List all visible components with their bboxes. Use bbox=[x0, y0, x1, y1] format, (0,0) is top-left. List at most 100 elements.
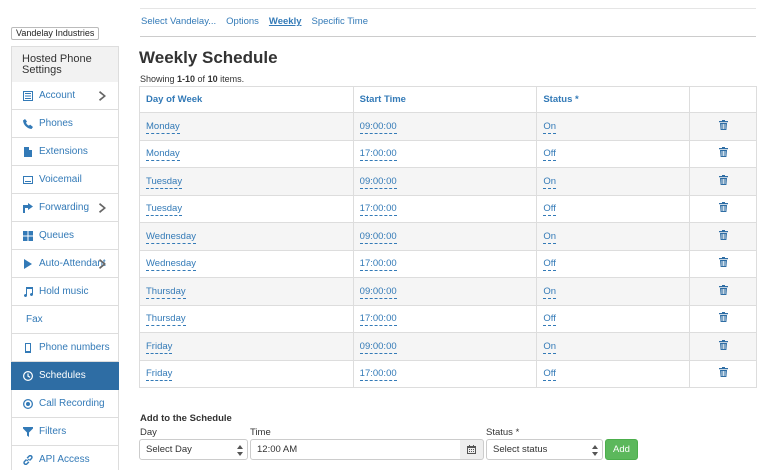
start-time-editable[interactable]: 09:00:00 bbox=[359, 230, 397, 244]
day-cell: Thursday bbox=[139, 304, 354, 333]
tab-specific-time[interactable]: Specific Time bbox=[312, 16, 369, 27]
music-icon bbox=[22, 286, 33, 297]
day-editable[interactable]: Thursday bbox=[146, 285, 186, 299]
trash-icon[interactable] bbox=[718, 229, 728, 243]
document-icon bbox=[22, 146, 33, 157]
start-time-editable[interactable]: 17:00:00 bbox=[359, 258, 397, 272]
column-header-start-time[interactable]: Start Time bbox=[352, 86, 538, 113]
sidebar-item-label: API Access bbox=[39, 454, 90, 465]
status-editable[interactable]: Off bbox=[543, 313, 556, 327]
day-cell: Thursday bbox=[139, 277, 354, 306]
actions-cell bbox=[689, 194, 757, 223]
select-arrows-icon bbox=[237, 444, 243, 456]
status-editable[interactable]: On bbox=[543, 120, 557, 134]
sidebar-item-label: Phones bbox=[39, 118, 73, 129]
start-time-cell: 17:00:00 bbox=[352, 194, 538, 223]
trash-icon[interactable] bbox=[718, 367, 728, 380]
item-summary: Showing 1-10 of 10 items. bbox=[140, 74, 245, 84]
day-editable[interactable]: Wednesday bbox=[146, 230, 196, 244]
sidebar-item-fax[interactable]: Fax bbox=[11, 306, 119, 334]
day-cell: Friday bbox=[139, 359, 354, 388]
add-button[interactable]: Add bbox=[605, 439, 638, 460]
start-time-editable[interactable]: 09:00:00 bbox=[359, 340, 397, 354]
sidebar-item-schedules[interactable]: Schedules bbox=[11, 362, 119, 390]
mobile-icon bbox=[22, 342, 33, 353]
day-editable[interactable]: Wednesday bbox=[146, 258, 196, 272]
day-select[interactable]: Select Day bbox=[139, 439, 248, 460]
sidebar-item-voicemail[interactable]: Voicemail bbox=[11, 166, 119, 194]
day-editable[interactable]: Friday bbox=[146, 340, 173, 354]
sidebar-item-phones[interactable]: Phones bbox=[11, 110, 119, 138]
trash-icon[interactable] bbox=[718, 147, 728, 160]
status-editable[interactable]: On bbox=[543, 285, 557, 299]
actions-cell bbox=[689, 332, 757, 361]
actions-cell bbox=[689, 359, 757, 388]
sidebar-heading: Hosted Phone Settings bbox=[11, 46, 119, 82]
actions-cell bbox=[689, 304, 757, 333]
tab-options[interactable]: Options bbox=[226, 16, 259, 27]
status-editable[interactable]: On bbox=[543, 340, 557, 354]
table-row: Monday 09:00:00 On bbox=[139, 112, 757, 141]
sidebar-item-forwarding[interactable]: Forwarding bbox=[11, 194, 119, 222]
sidebar-item-filters[interactable]: Filters bbox=[11, 418, 119, 446]
day-editable[interactable]: Monday bbox=[146, 148, 180, 162]
status-select[interactable]: Select status bbox=[486, 439, 603, 460]
start-time-editable[interactable]: 17:00:00 bbox=[359, 148, 397, 162]
column-header-day[interactable]: Day of Week bbox=[139, 86, 354, 113]
trash-icon[interactable] bbox=[718, 202, 728, 215]
sidebar-item-account[interactable]: Account bbox=[11, 82, 119, 110]
status-editable[interactable]: Off bbox=[543, 258, 556, 272]
trash-icon[interactable] bbox=[718, 284, 728, 298]
sidebar-item-extensions[interactable]: Extensions bbox=[11, 138, 119, 166]
actions-cell bbox=[689, 139, 757, 168]
time-input[interactable]: 12:00 AM bbox=[250, 439, 461, 460]
table-row: Tuesday 09:00:00 On bbox=[139, 167, 757, 196]
forward-icon bbox=[22, 202, 33, 213]
play-icon bbox=[22, 258, 33, 269]
sidebar-item-api-access[interactable]: API Access bbox=[11, 446, 119, 470]
status-cell: Off bbox=[536, 304, 691, 333]
sidebar-item-call-recording[interactable]: Call Recording bbox=[11, 390, 119, 418]
sidebar-item-queues[interactable]: Queues bbox=[11, 222, 119, 250]
column-header-status[interactable]: Status * bbox=[536, 86, 691, 113]
chevron-right-icon bbox=[99, 259, 107, 269]
day-editable[interactable]: Thursday bbox=[146, 313, 186, 327]
status-editable[interactable]: Off bbox=[543, 368, 556, 382]
tab-select-vandelay[interactable]: Select Vandelay... bbox=[141, 16, 216, 27]
status-cell: On bbox=[536, 112, 691, 141]
company-selector[interactable]: Vandelay Industries bbox=[11, 27, 100, 40]
filter-icon bbox=[22, 426, 33, 437]
tab-weekly[interactable]: Weekly bbox=[269, 16, 302, 27]
start-time-editable[interactable]: 09:00:00 bbox=[359, 285, 397, 299]
status-editable[interactable]: On bbox=[543, 230, 557, 244]
sidebar-item-hold-music[interactable]: Hold music bbox=[11, 278, 119, 306]
start-time-editable[interactable]: 17:00:00 bbox=[359, 313, 397, 327]
trash-icon[interactable] bbox=[718, 312, 728, 325]
status-editable[interactable]: On bbox=[543, 175, 557, 189]
trash-icon[interactable] bbox=[718, 339, 728, 353]
trash-icon[interactable] bbox=[718, 174, 728, 188]
trash-icon[interactable] bbox=[718, 119, 728, 133]
day-editable[interactable]: Friday bbox=[146, 368, 173, 382]
status-cell: On bbox=[536, 167, 691, 196]
start-time-editable[interactable]: 17:00:00 bbox=[359, 203, 397, 217]
sidebar-item-label: Auto-Attendant bbox=[39, 258, 106, 269]
sidebar-item-phone-numbers[interactable]: Phone numbers bbox=[11, 334, 119, 362]
actions-cell bbox=[689, 167, 757, 196]
start-time-editable[interactable]: 09:00:00 bbox=[359, 175, 397, 189]
calendar-icon[interactable] bbox=[460, 439, 484, 460]
chevron-right-icon bbox=[99, 203, 107, 213]
day-editable[interactable]: Monday bbox=[146, 120, 180, 134]
day-editable[interactable]: Tuesday bbox=[146, 203, 183, 217]
start-time-editable[interactable]: 17:00:00 bbox=[359, 368, 397, 382]
time-label: Time bbox=[250, 427, 271, 438]
table-header-row: Day of Week Start Time Status * bbox=[139, 86, 757, 113]
status-editable[interactable]: Off bbox=[543, 203, 556, 217]
start-time-cell: 17:00:00 bbox=[352, 249, 538, 278]
status-editable[interactable]: Off bbox=[543, 148, 556, 162]
trash-icon[interactable] bbox=[718, 257, 728, 270]
start-time-editable[interactable]: 09:00:00 bbox=[359, 120, 397, 134]
day-select-value: Select Day bbox=[146, 444, 192, 455]
sidebar-item-auto-attendant[interactable]: Auto-Attendant bbox=[11, 250, 119, 278]
day-editable[interactable]: Tuesday bbox=[146, 175, 183, 189]
